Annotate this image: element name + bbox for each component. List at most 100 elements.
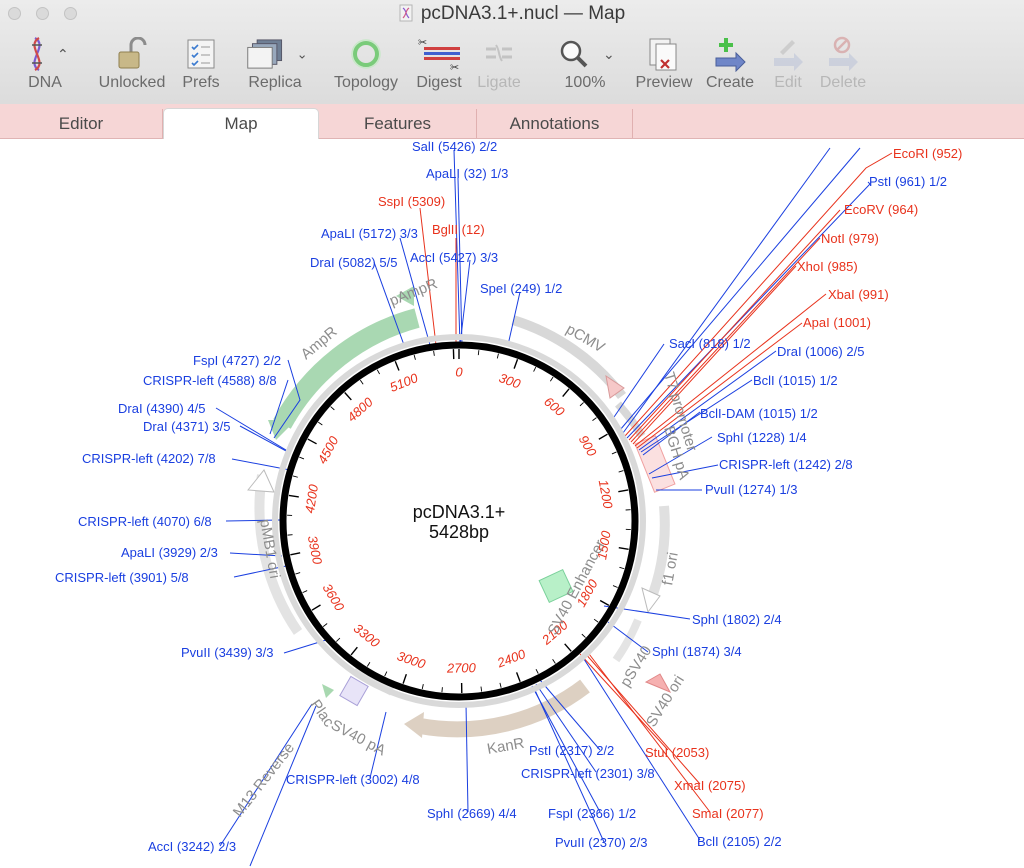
minor-tick <box>581 633 586 638</box>
site-label[interactable]: BglII (12) <box>432 222 485 237</box>
site-label[interactable]: DraI (1006) 2/5 <box>777 344 864 359</box>
svg-text:⌃: ⌃ <box>57 46 67 62</box>
site-label[interactable]: ApaLI (3929) 2/3 <box>121 545 218 560</box>
tab-features[interactable]: Features <box>319 109 477 138</box>
tab-editor[interactable]: Editor <box>0 109 163 138</box>
dna-helix-icon: ⌃ <box>32 37 67 71</box>
minor-tick <box>359 379 364 385</box>
site-label[interactable]: SacI (818) 1/2 <box>669 336 751 351</box>
site-label[interactable]: CRISPR-left (3002) 4/8 <box>286 772 420 787</box>
site-label[interactable]: SphI (1228) 1/4 <box>717 430 807 445</box>
site-label[interactable]: BclI-DAM (1015) 1/2 <box>700 406 818 421</box>
minor-tick <box>549 376 554 382</box>
digest-button[interactable]: ✂ ✂ Digest <box>412 34 466 100</box>
minor-tick <box>611 451 617 455</box>
site-label[interactable]: SphI (1802) 2/4 <box>692 612 782 627</box>
site-label[interactable]: EcoRI (952) <box>893 146 962 161</box>
site-label[interactable]: PvuII (1274) 1/3 <box>705 482 798 497</box>
minor-tick <box>593 618 599 623</box>
tick-label: 600 <box>541 394 568 420</box>
site-label[interactable]: CRISPR-left (4588) 8/8 <box>143 373 277 388</box>
site-label[interactable]: CRISPR-left (2301) 3/8 <box>521 766 655 781</box>
unlocked-button[interactable]: Unlocked <box>96 34 168 100</box>
site-label[interactable]: FspI (4727) 2/2 <box>193 353 281 368</box>
site-label[interactable]: PvuII (2370) 2/3 <box>555 835 648 850</box>
site-label[interactable]: BclI (2105) 2/2 <box>697 834 782 849</box>
site-label[interactable]: CRISPR-left (3901) 5/8 <box>55 570 189 585</box>
minor-tick <box>330 406 335 411</box>
site-label[interactable]: CRISPR-left (4202) 7/8 <box>82 451 216 466</box>
site-label[interactable]: SalI (5426) 2/2 <box>412 139 497 154</box>
feature-arc-f1-ori[interactable] <box>645 505 670 604</box>
tab-map-label: Map <box>224 114 258 133</box>
tick-label: 5100 <box>388 370 421 395</box>
preview-button-label: Preview <box>635 74 693 91</box>
site-label[interactable]: PvuII (3439) 3/3 <box>181 645 274 660</box>
site-label[interactable]: CRISPR-left (1242) 2/8 <box>719 457 853 472</box>
site-label[interactable]: ApaI (1001) <box>803 315 871 330</box>
site-label[interactable]: EcoRV (964) <box>844 202 918 217</box>
major-tick <box>598 433 608 440</box>
site-label[interactable]: XmaI (2075) <box>674 778 746 793</box>
plasmid-map-canvas[interactable]: 0 300600900120015001800210024002700300033… <box>0 138 1024 868</box>
site-label[interactable]: DraI (5082) 5/5 <box>310 255 397 270</box>
site-label[interactable]: NotI (979) <box>821 231 879 246</box>
delete-arrow-icon <box>829 36 858 71</box>
ligate-button[interactable]: Ligate <box>472 34 526 100</box>
minor-tick <box>413 354 416 360</box>
site-label[interactable]: DraI (4371) 3/5 <box>143 419 230 434</box>
site-label[interactable]: FspI (2366) 1/2 <box>548 806 636 821</box>
unlocked-button-label: Unlocked <box>98 74 166 91</box>
site-label[interactable]: SphI (1874) 3/4 <box>652 644 742 659</box>
site-label[interactable]: SmaI (2077) <box>692 806 764 821</box>
site-label[interactable]: SphI (2669) 4/4 <box>427 806 517 821</box>
replica-button-label: Replica <box>248 74 302 91</box>
site-label[interactable]: CRISPR-left (4070) 6/8 <box>78 514 212 529</box>
site-label[interactable]: SpeI (249) 1/2 <box>480 281 562 296</box>
tab-annotations[interactable]: Annotations <box>477 109 633 138</box>
site-label[interactable]: PstI (961) 1/2 <box>869 174 947 189</box>
tick-label: 3900 <box>305 534 326 566</box>
zoom-button-label: 100% <box>564 74 606 91</box>
feature-label-kanr: KanR <box>486 735 526 758</box>
site-label[interactable]: ApaLI (5172) 3/3 <box>321 226 418 241</box>
site-label[interactable]: ApaLI (32) 1/3 <box>426 166 508 181</box>
ligate-button-label: Ligate <box>477 74 521 91</box>
major-tick <box>599 599 610 606</box>
replica-button[interactable]: ⌄ Replica <box>244 34 306 100</box>
site-label[interactable]: StuI (2053) <box>645 745 709 760</box>
scissors-dna-icon: ✂ ✂ <box>418 37 460 72</box>
tick-label: 3600 <box>320 581 348 614</box>
site-label[interactable]: DraI (4390) 4/5 <box>118 401 205 416</box>
plus-arrow-icon <box>715 38 746 72</box>
create-button[interactable]: Create <box>702 34 758 100</box>
dna-button[interactable]: ⌃ DNA <box>20 34 70 100</box>
site-label[interactable]: XbaI (991) <box>828 287 889 302</box>
tab-map[interactable]: Map <box>163 108 319 139</box>
major-tick <box>311 604 321 611</box>
checklist-icon <box>187 39 215 69</box>
site-label[interactable]: XhoI (985) <box>797 259 858 274</box>
tick-label: 3000 <box>395 648 428 672</box>
site-label[interactable]: BclI (1015) 1/2 <box>753 373 838 388</box>
major-tick <box>562 388 570 397</box>
site-label[interactable]: AccI (5427) 3/3 <box>410 250 498 265</box>
prefs-button-label: Prefs <box>182 74 220 91</box>
preview-icon <box>649 38 677 71</box>
topology-button[interactable]: Topology <box>330 34 402 100</box>
delete-button[interactable]: Delete <box>814 34 872 100</box>
major-tick <box>307 438 317 445</box>
tick-label: 3300 <box>351 621 384 651</box>
minor-tick <box>433 350 435 356</box>
site-label[interactable]: AccI (3242) 2/3 <box>148 839 236 854</box>
site-label[interactable]: PstI (2317) 2/2 <box>529 743 614 758</box>
preview-button[interactable]: Preview <box>632 34 696 100</box>
circle-ring-icon <box>351 39 381 69</box>
zoom-button[interactable]: ⌄ 100% <box>550 34 620 100</box>
site-label[interactable]: SspI (5309) <box>378 194 445 209</box>
edit-button[interactable]: Edit <box>766 34 810 100</box>
minor-tick <box>619 566 625 570</box>
prefs-button[interactable]: Prefs <box>178 34 224 100</box>
minor-tick <box>317 421 323 426</box>
padlock-open-icon <box>118 37 147 69</box>
